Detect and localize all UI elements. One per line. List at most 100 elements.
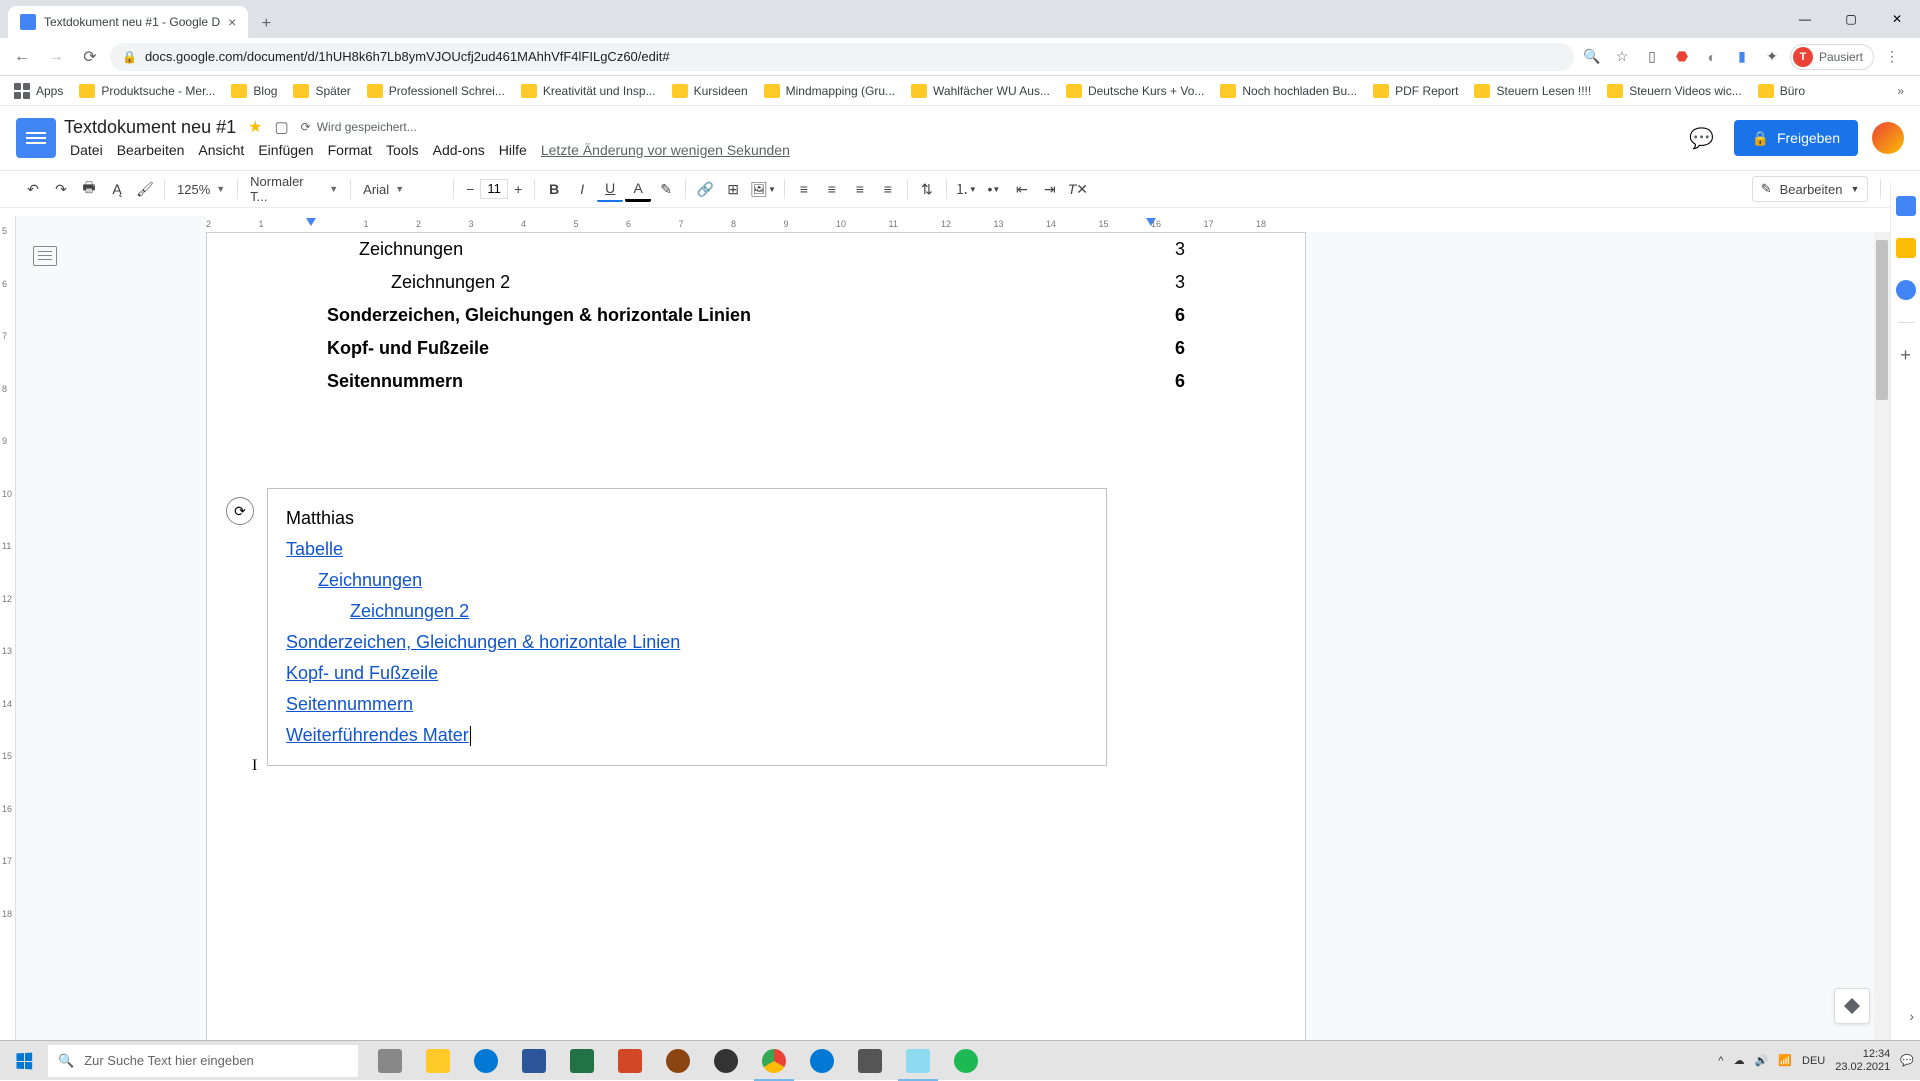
outline-link[interactable]: Tabelle <box>286 534 1088 565</box>
close-window-button[interactable]: ✕ <box>1874 0 1920 38</box>
tray-chevron-icon[interactable]: ^ <box>1718 1055 1723 1067</box>
taskview-button[interactable] <box>366 1041 414 1081</box>
spellcheck-button[interactable]: Ą <box>104 176 130 202</box>
zoom-select[interactable]: 125%▼ <box>171 182 231 197</box>
font-select[interactable]: Arial▼ <box>357 182 447 197</box>
edge-legacy-button[interactable] <box>462 1041 510 1081</box>
bookmark-item[interactable]: Später <box>287 80 356 102</box>
menu-hilfe[interactable]: Hilfe <box>493 140 533 160</box>
profile-chip[interactable]: T Pausiert <box>1790 44 1874 70</box>
bookmark-item[interactable]: Wahlfächer WU Aus... <box>905 80 1056 102</box>
undo-button[interactable]: ↶ <box>20 176 46 202</box>
toc-entry[interactable]: Kopf- und Fußzeile6 <box>327 332 1185 365</box>
reader-icon[interactable]: ▯ <box>1640 45 1664 69</box>
vertical-ruler[interactable]: 56789101112131415161718 <box>0 216 16 1040</box>
bookmark-item[interactable]: Professionell Schrei... <box>361 80 511 102</box>
star-icon[interactable]: ★ <box>248 117 262 137</box>
indent-marker[interactable] <box>306 218 316 226</box>
increase-indent-button[interactable]: ⇥ <box>1037 176 1063 202</box>
bold-button[interactable]: B <box>541 176 567 202</box>
toc-entry[interactable]: Zeichnungen 23 <box>327 266 1185 299</box>
apps-shortcut[interactable]: Apps <box>8 79 69 103</box>
browser-tab[interactable]: Textdokument neu #1 - Google D × <box>8 6 248 38</box>
toc-entry[interactable]: Sonderzeichen, Gleichungen & horizontale… <box>327 299 1185 332</box>
bookmark-item[interactable]: Blog <box>225 80 283 102</box>
chrome-menu-icon[interactable]: ⋮ <box>1880 45 1904 69</box>
powerpoint-button[interactable] <box>606 1041 654 1081</box>
excel-button[interactable] <box>558 1041 606 1081</box>
taskbar-search[interactable]: 🔍 Zur Suche Text hier eingeben <box>48 1045 358 1077</box>
outline-link[interactable]: Weiterführendes Mater <box>286 720 1088 751</box>
toc-entry[interactable]: Seitennummern6 <box>327 365 1185 398</box>
redo-button[interactable]: ↷ <box>48 176 74 202</box>
minimize-button[interactable]: — <box>1782 0 1828 38</box>
zoom-icon[interactable]: 🔍 <box>1580 45 1604 69</box>
menu-einfuegen[interactable]: Einfügen <box>252 140 319 160</box>
bulleted-list-button[interactable]: •▼ <box>981 176 1007 202</box>
extension-icon[interactable]: ⬣ <box>1670 45 1694 69</box>
align-center-button[interactable]: ≡ <box>819 176 845 202</box>
bookmark-item[interactable]: Kursideen <box>666 80 754 102</box>
app-button[interactable] <box>846 1041 894 1081</box>
menu-bearbeiten[interactable]: Bearbeiten <box>111 140 191 160</box>
close-icon[interactable]: × <box>228 14 236 30</box>
obs-button[interactable] <box>702 1041 750 1081</box>
bookmark-item[interactable]: PDF Report <box>1367 80 1464 102</box>
explore-button[interactable] <box>1834 988 1870 1024</box>
explorer-button[interactable] <box>414 1041 462 1081</box>
insert-comment-button[interactable]: ⊞ <box>720 176 746 202</box>
language-indicator[interactable]: DEU <box>1802 1055 1825 1067</box>
maximize-button[interactable]: ▢ <box>1828 0 1874 38</box>
outline-link[interactable]: Kopf- und Fußzeile <box>286 658 1088 689</box>
editing-mode-select[interactable]: ✎ Bearbeiten ▼ <box>1752 176 1869 202</box>
refresh-icon[interactable]: ⟳ <box>226 497 254 525</box>
menu-addons[interactable]: Add-ons <box>427 140 491 160</box>
bookmarks-overflow[interactable]: » <box>1897 84 1912 98</box>
url-field[interactable]: 🔒 docs.google.com/document/d/1hUH8k6h7Lb… <box>110 43 1574 71</box>
extensions-menu-icon[interactable]: ✦ <box>1760 45 1784 69</box>
bookmark-item[interactable]: Steuern Lesen !!!! <box>1468 80 1597 102</box>
share-button[interactable]: 🔒 Freigeben <box>1734 120 1858 156</box>
highlight-button[interactable]: ✎ <box>653 176 679 202</box>
onedrive-icon[interactable]: ☁ <box>1734 1054 1745 1067</box>
insert-link-button[interactable]: 🔗 <box>692 176 718 202</box>
calendar-icon[interactable] <box>1896 196 1916 216</box>
print-button[interactable]: 🖶 <box>76 176 102 202</box>
paint-format-button[interactable]: 🖌 <box>132 176 158 202</box>
italic-button[interactable]: I <box>569 176 595 202</box>
decrease-indent-button[interactable]: ⇤ <box>1009 176 1035 202</box>
menu-datei[interactable]: Datei <box>64 140 109 160</box>
move-icon[interactable]: ▢ <box>274 118 288 136</box>
show-outline-button[interactable] <box>33 246 57 266</box>
comments-button[interactable]: 💬 <box>1684 120 1720 156</box>
underline-button[interactable]: U <box>597 176 623 202</box>
menu-ansicht[interactable]: Ansicht <box>192 140 250 160</box>
horizontal-ruler[interactable]: 21123456789101112131415161718 <box>206 216 1890 232</box>
edge-button[interactable] <box>798 1041 846 1081</box>
word-button[interactable] <box>510 1041 558 1081</box>
document-title[interactable]: Textdokument neu #1 <box>64 117 236 138</box>
extension-icon[interactable]: ◐ <box>1700 45 1724 69</box>
clear-formatting-button[interactable]: T✕ <box>1065 176 1091 202</box>
align-right-button[interactable]: ≡ <box>847 176 873 202</box>
add-addon-icon[interactable]: + <box>1900 345 1911 366</box>
new-tab-button[interactable]: + <box>252 10 280 38</box>
menu-tools[interactable]: Tools <box>380 140 425 160</box>
back-button[interactable]: ← <box>8 43 36 71</box>
align-justify-button[interactable]: ≡ <box>875 176 901 202</box>
forward-button[interactable]: → <box>42 43 70 71</box>
tasks-icon[interactable] <box>1896 280 1916 300</box>
bookmark-item[interactable]: Büro <box>1752 80 1811 102</box>
numbered-list-button[interactable]: ⒈▼ <box>953 176 979 202</box>
bookmark-item[interactable]: Noch hochladen Bu... <box>1214 80 1363 102</box>
keep-icon[interactable] <box>1896 238 1916 258</box>
styles-select[interactable]: Normaler T...▼ <box>244 174 344 204</box>
menu-format[interactable]: Format <box>322 140 378 160</box>
extension-icon[interactable]: ▮ <box>1730 45 1754 69</box>
clock[interactable]: 12:34 23.02.2021 <box>1835 1048 1890 1074</box>
app-button[interactable] <box>654 1041 702 1081</box>
bookmark-item[interactable]: Mindmapping (Gru... <box>758 80 901 102</box>
bookmark-star-icon[interactable]: ☆ <box>1610 45 1634 69</box>
outline-link[interactable]: Sonderzeichen, Gleichungen & horizontale… <box>286 627 1088 658</box>
account-avatar[interactable] <box>1872 122 1904 154</box>
